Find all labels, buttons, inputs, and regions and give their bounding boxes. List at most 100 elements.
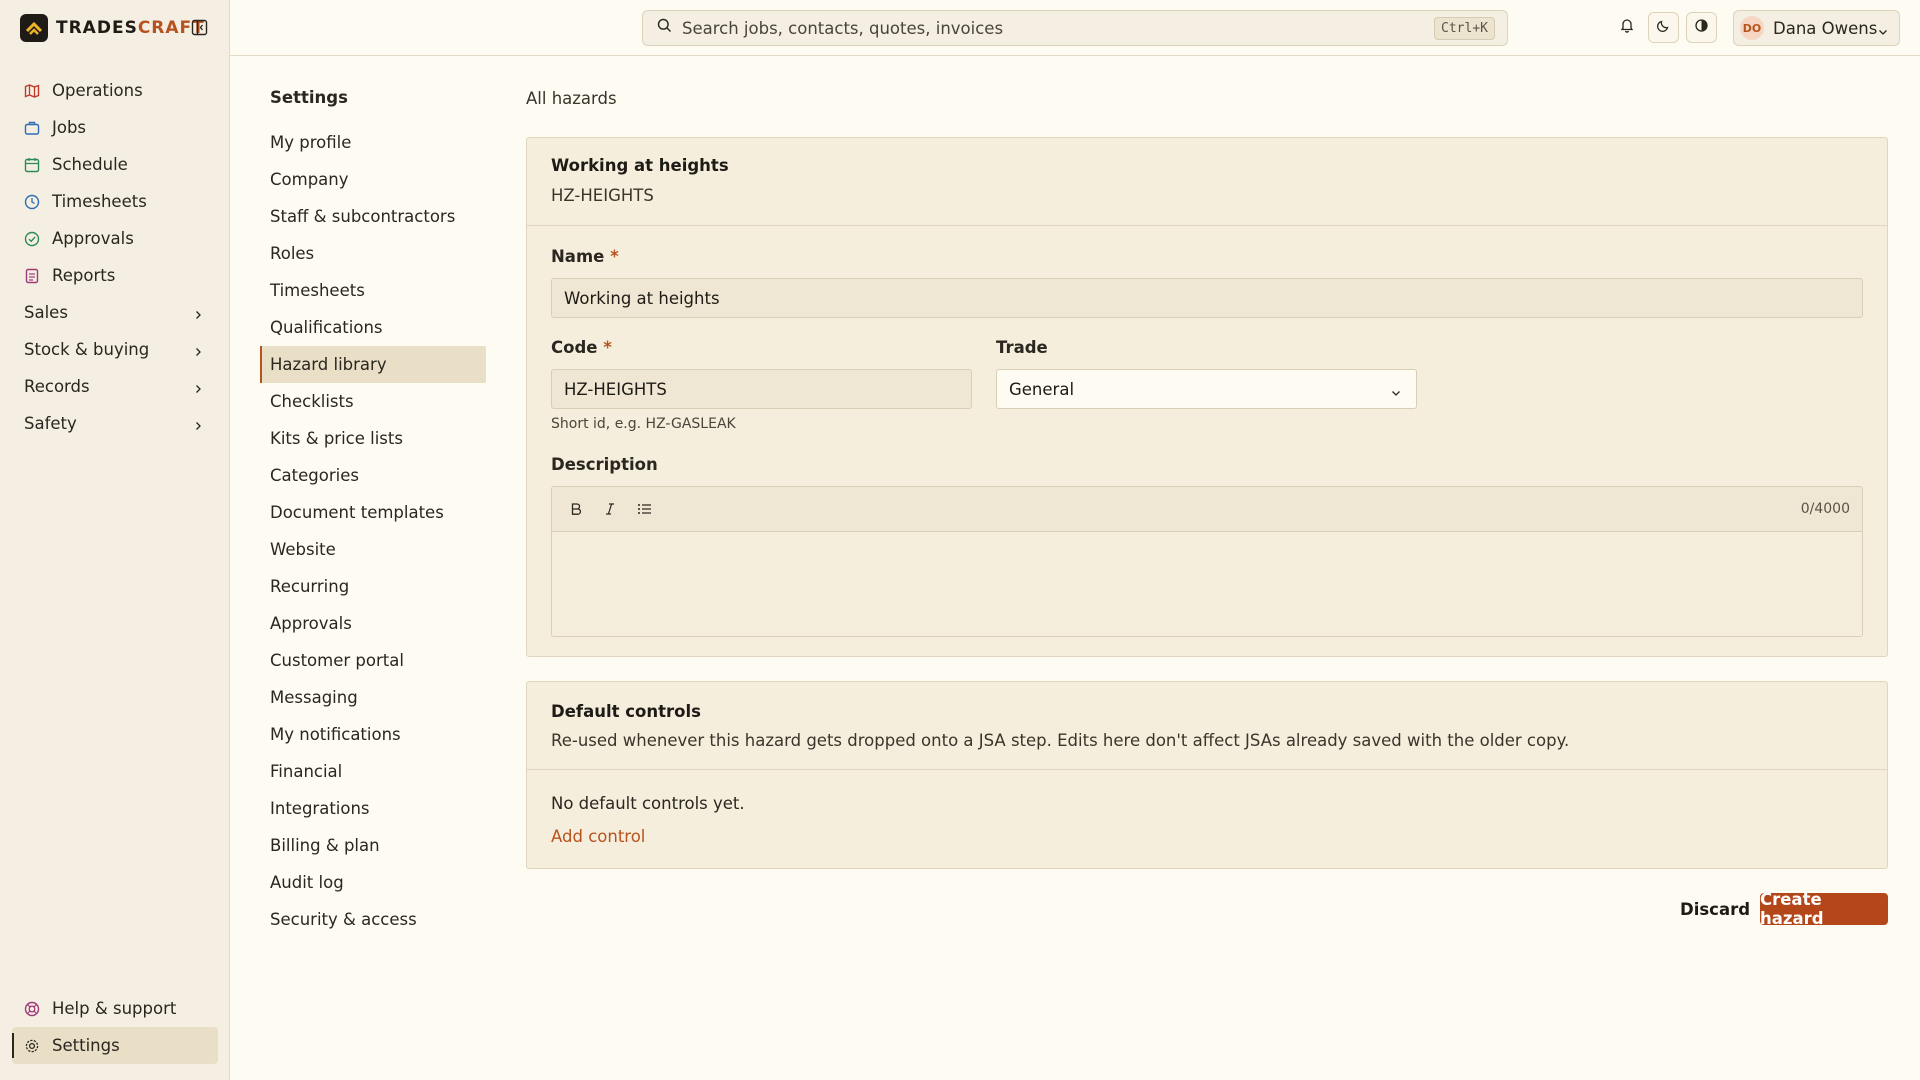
settings-item-hazard-library[interactable]: Hazard library bbox=[260, 346, 486, 383]
settings-item-audit-log[interactable]: Audit log bbox=[260, 864, 486, 901]
nav-label: Schedule bbox=[52, 155, 128, 174]
code-label-text: Code bbox=[551, 338, 598, 357]
global-search-input[interactable]: Search jobs, contacts, quotes, invoices … bbox=[642, 10, 1508, 46]
moon-icon bbox=[1656, 18, 1671, 38]
settings-item-timesheets[interactable]: Timesheets bbox=[260, 272, 486, 309]
clock-icon bbox=[24, 194, 40, 210]
settings-item-my-profile[interactable]: My profile bbox=[260, 124, 486, 161]
description-textarea[interactable] bbox=[552, 532, 1862, 636]
name-label-text: Name bbox=[551, 247, 605, 266]
trade-field-label: Trade bbox=[996, 338, 1048, 357]
controls-description: Re-used whenever this hazard gets droppe… bbox=[551, 731, 1570, 750]
chevron-right-icon bbox=[192, 343, 204, 356]
settings-item-company[interactable]: Company bbox=[260, 161, 486, 198]
nav-item-help[interactable]: Help & support bbox=[12, 990, 218, 1027]
code-hint: Short id, e.g. HZ-GASLEAK bbox=[551, 416, 736, 432]
brand-logo-icon bbox=[20, 14, 48, 42]
settings-item-qualifications[interactable]: Qualifications bbox=[260, 309, 486, 346]
nav-item-approvals[interactable]: Approvals bbox=[12, 220, 218, 257]
settings-item-staff[interactable]: Staff & subcontractors bbox=[260, 198, 486, 235]
search-icon bbox=[657, 18, 672, 38]
nav-item-settings[interactable]: Settings bbox=[12, 1027, 218, 1064]
default-controls-card: Default controls Re-used whenever this h… bbox=[526, 681, 1888, 869]
settings-item-financial[interactable]: Financial bbox=[260, 753, 486, 790]
chevron-right-icon bbox=[192, 306, 204, 319]
code-field-label: Code * bbox=[551, 338, 612, 357]
briefcase-icon bbox=[24, 120, 40, 136]
nav-item-schedule[interactable]: Schedule bbox=[12, 146, 218, 183]
map-icon bbox=[24, 83, 40, 99]
notifications-button[interactable] bbox=[1611, 12, 1642, 43]
lifebuoy-icon bbox=[24, 1001, 40, 1017]
contrast-icon bbox=[1694, 18, 1709, 38]
nav-item-timesheets[interactable]: Timesheets bbox=[12, 183, 218, 220]
brand[interactable]: TRADESCRAFT bbox=[20, 14, 205, 42]
controls-title: Default controls bbox=[551, 702, 701, 721]
code-input-value: HZ-HEIGHTS bbox=[564, 379, 667, 399]
hazard-details-card: Working at heights HZ-HEIGHTS Name * Wor… bbox=[526, 137, 1888, 657]
settings-nav: Settings My profile Company Staff & subc… bbox=[260, 88, 486, 938]
settings-item-integrations[interactable]: Integrations bbox=[260, 790, 486, 827]
top-bar: Search jobs, contacts, quotes, invoices … bbox=[230, 0, 1920, 56]
nav-label: Sales bbox=[24, 303, 68, 322]
app-sidebar: TRADESCRAFT Operations Jobs Schedule Tim… bbox=[0, 0, 230, 1080]
nav-group-stock-buying[interactable]: Stock & buying bbox=[12, 331, 218, 368]
sidebar-collapse-icon[interactable] bbox=[191, 19, 208, 36]
check-circle-icon bbox=[24, 231, 40, 247]
create-hazard-button[interactable]: Create hazard bbox=[1760, 890, 1888, 928]
breadcrumb-all-hazards[interactable]: All hazards bbox=[526, 89, 617, 108]
settings-item-approvals[interactable]: Approvals bbox=[260, 605, 486, 642]
settings-item-categories[interactable]: Categories bbox=[260, 457, 486, 494]
settings-item-recurring[interactable]: Recurring bbox=[260, 568, 486, 605]
required-mark: * bbox=[603, 338, 612, 357]
nav-label: Reports bbox=[52, 266, 116, 285]
avatar: DO bbox=[1740, 16, 1764, 40]
bell-icon bbox=[1619, 17, 1635, 38]
primary-nav: Operations Jobs Schedule Timesheets Appr… bbox=[12, 72, 218, 442]
nav-item-jobs[interactable]: Jobs bbox=[12, 109, 218, 146]
name-field-label: Name * bbox=[551, 247, 619, 266]
nav-label: Help & support bbox=[52, 999, 177, 1018]
settings-item-messaging[interactable]: Messaging bbox=[260, 679, 486, 716]
add-control-link[interactable]: Add control bbox=[551, 827, 645, 846]
theme-toggle-button[interactable] bbox=[1648, 12, 1679, 43]
chevron-right-icon bbox=[192, 380, 204, 393]
discard-button[interactable]: Discard bbox=[1672, 893, 1758, 925]
nav-group-sales[interactable]: Sales bbox=[12, 294, 218, 331]
hazard-title: Working at heights bbox=[551, 156, 729, 175]
settings-item-customer-portal[interactable]: Customer portal bbox=[260, 642, 486, 679]
controls-empty-state: No default controls yet. bbox=[551, 794, 745, 813]
nav-label: Timesheets bbox=[52, 192, 147, 211]
settings-item-roles[interactable]: Roles bbox=[260, 235, 486, 272]
nav-label: Operations bbox=[52, 81, 143, 100]
description-editor: 0/4000 bbox=[551, 486, 1863, 637]
contrast-button[interactable] bbox=[1686, 12, 1717, 43]
controls-card-header: Default controls Re-used whenever this h… bbox=[527, 682, 1887, 770]
code-input[interactable]: HZ-HEIGHTS bbox=[551, 369, 972, 409]
trade-select[interactable]: General bbox=[996, 369, 1417, 409]
hazard-card-header: Working at heights HZ-HEIGHTS bbox=[527, 138, 1887, 226]
settings-item-website[interactable]: Website bbox=[260, 531, 486, 568]
italic-icon[interactable] bbox=[601, 500, 619, 518]
user-menu-button[interactable]: DO Dana Owens bbox=[1733, 10, 1900, 46]
settings-item-my-notifications[interactable]: My notifications bbox=[260, 716, 486, 753]
name-input[interactable]: Working at heights bbox=[551, 278, 1863, 318]
calendar-icon bbox=[24, 157, 40, 173]
settings-item-checklists[interactable]: Checklists bbox=[260, 383, 486, 420]
nav-label: Approvals bbox=[52, 229, 134, 248]
nav-group-safety[interactable]: Safety bbox=[12, 405, 218, 442]
settings-item-document-templates[interactable]: Document templates bbox=[260, 494, 486, 531]
nav-group-records[interactable]: Records bbox=[12, 368, 218, 405]
nav-item-reports[interactable]: Reports bbox=[12, 257, 218, 294]
user-name: Dana Owens bbox=[1773, 18, 1878, 38]
gear-icon bbox=[24, 1038, 40, 1054]
bold-icon[interactable] bbox=[567, 500, 585, 518]
settings-item-security[interactable]: Security & access bbox=[260, 901, 486, 938]
nav-item-operations[interactable]: Operations bbox=[12, 72, 218, 109]
required-mark: * bbox=[610, 247, 619, 266]
bulleted-list-icon[interactable] bbox=[635, 500, 653, 518]
settings-item-kits[interactable]: Kits & price lists bbox=[260, 420, 486, 457]
settings-item-billing[interactable]: Billing & plan bbox=[260, 827, 486, 864]
secondary-nav: Help & support Settings bbox=[12, 990, 218, 1064]
nav-label: Safety bbox=[24, 414, 77, 433]
